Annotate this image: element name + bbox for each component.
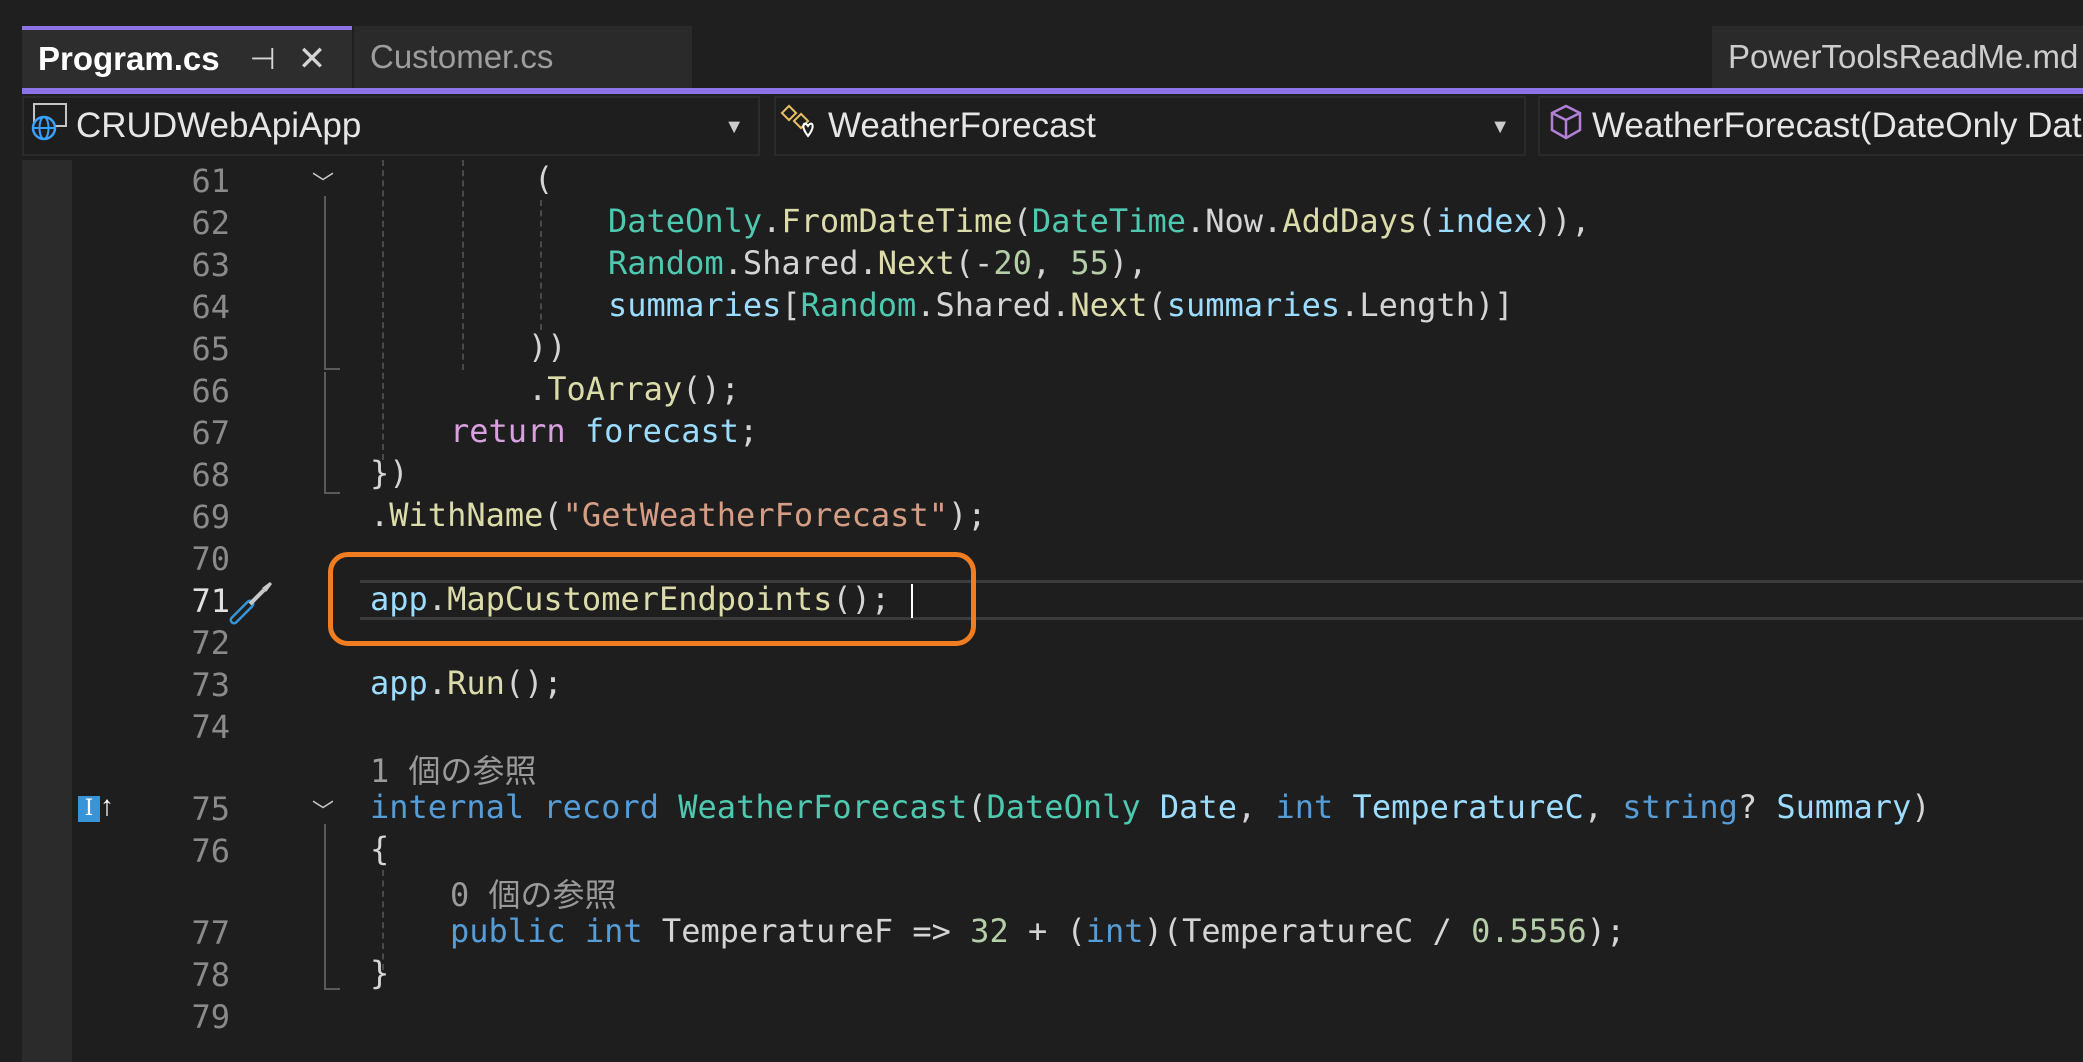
line-number: 78 [191,956,230,994]
line-number: 66 [191,372,230,410]
code-line-67[interactable]: return forecast; [450,412,758,450]
code-line-69[interactable]: .WithName("GetWeatherForecast"); [370,496,987,534]
line-number: 61 [191,162,230,200]
close-icon[interactable]: ✕ [298,39,327,79]
cube-member-icon [1540,102,1592,150]
tab-program-cs[interactable]: Program.cs ⊣ ✕ [22,26,352,88]
tab-label: Program.cs [38,40,220,77]
fold-bracket [324,196,340,370]
code-line-75[interactable]: internal record WeatherForecast(DateOnly… [370,788,1931,826]
line-number-active: 71 [191,582,230,620]
tab-label: PowerToolsReadMe.md [1728,38,2079,75]
line-number: 75 [191,790,230,828]
line-number: 70 [191,540,230,578]
tab-label: Customer.cs [370,38,554,75]
code-line-77[interactable]: public int TemperatureF => 32 + (int)(Te… [450,912,1625,950]
indicator-margin [22,160,72,1062]
line-number: 68 [191,456,230,494]
line-number: 79 [191,998,230,1036]
annotation-highlight-box [328,552,976,646]
pin-icon[interactable]: ⊣ [250,42,276,77]
line-number: 67 [191,414,230,452]
line-number: 77 [191,914,230,952]
project-label: CRUDWebApiApp [76,106,362,145]
globe-project-icon [24,102,76,150]
line-number: 74 [191,708,230,746]
code-line-78[interactable]: } [370,954,389,992]
line-number: 69 [191,498,230,536]
line-number: 73 [191,666,230,704]
code-line-65[interactable]: )) [528,328,567,366]
line-number: 76 [191,832,230,870]
line-number: 72 [191,624,230,662]
document-tab-bar: Program.cs ⊣ ✕ Customer.cs PowerToolsRea… [0,0,2083,88]
code-line-64[interactable]: summaries[Random.Shared.Next(summaries.L… [608,286,1513,324]
member-dropdown[interactable]: WeatherForecast(DateOnly Date [1538,96,2083,156]
tab-customer-cs[interactable]: Customer.cs [354,26,692,88]
member-label: WeatherForecast(DateOnly Date [1592,106,2083,145]
indent-guide [462,160,464,370]
collapse-chevron-icon[interactable]: ﹀ [312,794,334,826]
line-number: 64 [191,288,230,326]
code-line-61[interactable]: ( [534,160,553,198]
indent-guide [382,160,384,460]
code-line-63[interactable]: Random.Shared.Next(-20, 55), [608,244,1147,282]
record-type-icon [776,102,828,150]
code-line-66[interactable]: .ToArray(); [528,370,740,408]
code-line-68[interactable]: }) [370,454,409,492]
line-number: 62 [191,204,230,242]
codelens-references[interactable]: 1 個の参照 [370,746,537,792]
screwdriver-quick-actions-icon[interactable] [228,578,276,626]
navigation-bar: CRUDWebApiApp ▼ WeatherForecast ▼ Weathe… [22,94,2083,158]
code-line-62[interactable]: DateOnly.FromDateTime(DateTime.Now.AddDa… [608,202,1591,240]
line-number: 63 [191,246,230,284]
indent-guide [540,200,542,330]
codelens-references[interactable]: 0 個の参照 [450,870,617,916]
tab-powertools-readme[interactable]: PowerToolsReadMe.md [1712,26,2083,88]
code-line-76[interactable]: { [370,830,389,868]
implementation-marker-icon[interactable]: I ↑ [78,790,114,822]
fold-bracket [324,824,340,990]
collapse-chevron-icon[interactable]: ﹀ [312,166,334,198]
fold-bracket [324,372,340,494]
type-label: WeatherForecast [828,106,1096,145]
type-dropdown[interactable]: WeatherForecast ▼ [774,96,1526,156]
project-dropdown[interactable]: CRUDWebApiApp ▼ [22,96,760,156]
line-number: 65 [191,330,230,368]
code-line-73[interactable]: app.Run(); [370,664,563,702]
chevron-down-icon[interactable]: ▼ [724,116,744,139]
chevron-down-icon[interactable]: ▼ [1490,116,1510,139]
